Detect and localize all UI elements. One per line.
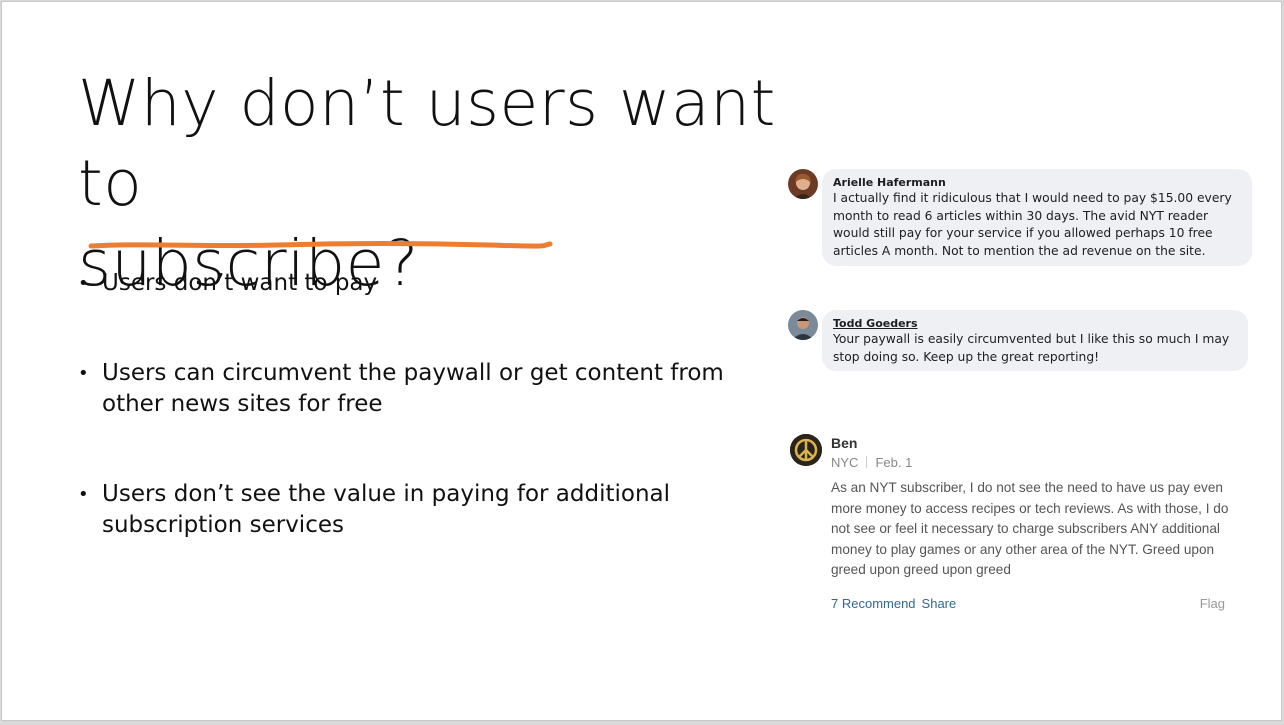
comment-actions: 7 Recommend Share Flag xyxy=(831,595,1241,613)
bullet-text: Users don’t want to pay xyxy=(102,270,378,296)
commenter-name: Arielle Hafermann xyxy=(833,176,946,189)
bullet-dot: • xyxy=(78,273,89,294)
meta-divider xyxy=(866,456,868,468)
flag-button[interactable]: Flag xyxy=(1200,595,1225,613)
comment-text: I actually find it ridiculous that I wou… xyxy=(833,191,1232,258)
bullet-item: • Users don’t see the value in paying fo… xyxy=(78,479,758,541)
presentation-slide: Why don’t users want to subscribe? • Use… xyxy=(1,1,1282,721)
commenter-name: Ben xyxy=(831,435,858,451)
commenter-location: NYC xyxy=(831,455,859,470)
avatar xyxy=(788,310,818,340)
title-accent-underline xyxy=(88,241,553,249)
share-button[interactable]: Share xyxy=(922,596,957,611)
bullet-text: Users don’t see the value in paying for … xyxy=(102,481,671,538)
comment-bubble: Arielle Hafermann I actually find it rid… xyxy=(822,169,1252,266)
commenter-name-link[interactable]: Todd Goeders xyxy=(833,317,1236,331)
comment-date: Feb. 1 xyxy=(875,455,913,470)
bullet-list: • Users don’t want to pay • Users can ci… xyxy=(78,268,758,541)
title-line-1: Why don’t users want to xyxy=(78,67,776,220)
comment-bubble: Todd Goeders Your paywall is easily circ… xyxy=(822,310,1248,371)
comment-meta: NYC Feb. 1 xyxy=(831,454,1241,472)
recommend-button[interactable]: 7 Recommend xyxy=(831,596,916,611)
comment-body: Ben NYC Feb. 1 As an NYT subscriber, I do… xyxy=(831,434,1241,613)
bullet-text: Users can circumvent the paywall or get … xyxy=(102,360,724,417)
bullet-item: • Users don’t want to pay xyxy=(78,268,758,299)
comment-text: As an NYT subscriber, I do not see the n… xyxy=(831,480,1229,577)
bullet-item: • Users can circumvent the paywall or ge… xyxy=(78,358,758,420)
bullet-dot: • xyxy=(78,363,89,384)
avatar xyxy=(788,169,818,199)
avatar xyxy=(790,434,822,466)
comment-text: Your paywall is easily circumvented but … xyxy=(833,332,1230,364)
bullet-dot: • xyxy=(78,484,89,505)
